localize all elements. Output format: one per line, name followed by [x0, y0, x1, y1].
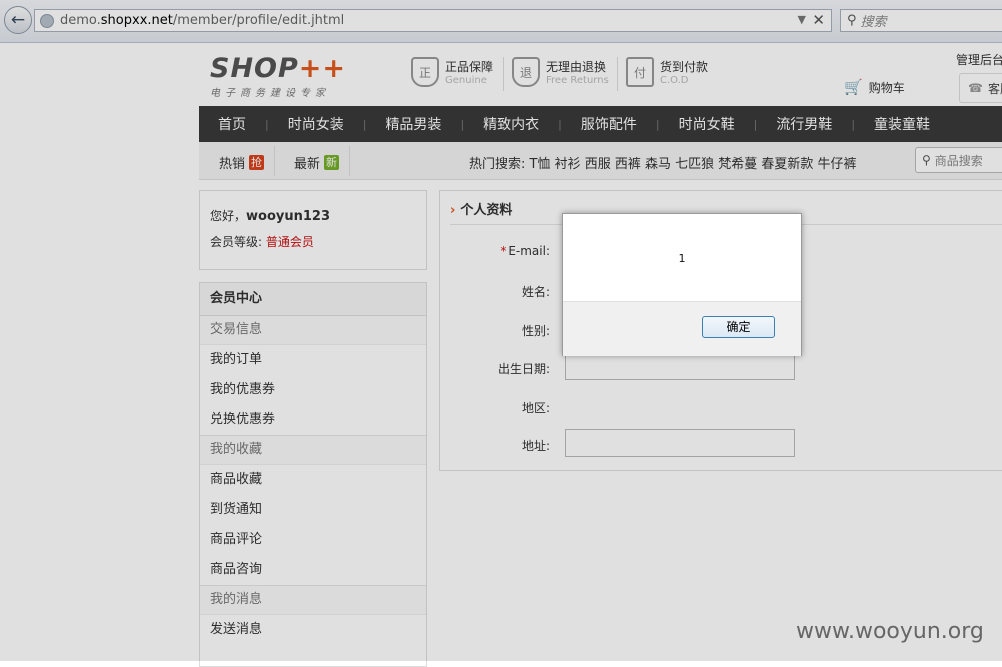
- alert-message: 1: [678, 252, 686, 265]
- ok-button[interactable]: 确定: [702, 316, 775, 338]
- modal-overlay: [0, 0, 1002, 661]
- watermark: www.wooyun.org: [796, 619, 984, 644]
- alert-footer: 确定: [563, 301, 801, 356]
- alert-dialog: 1 确定: [562, 213, 802, 356]
